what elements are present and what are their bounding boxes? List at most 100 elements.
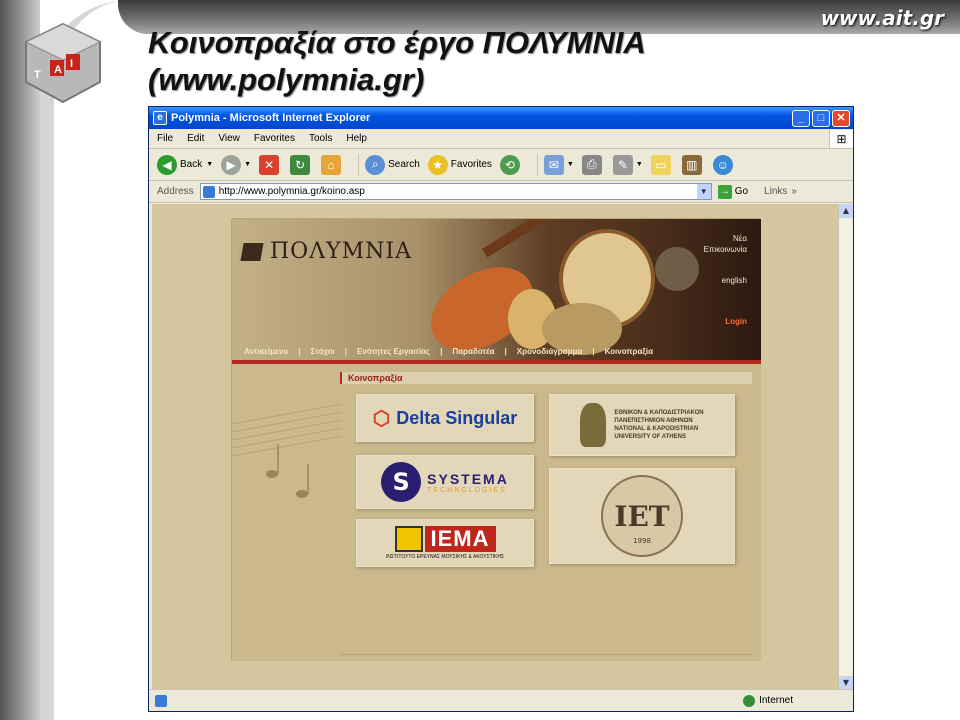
nav-separator: | (504, 346, 507, 356)
uoa-line1: ΕΘΝΙΚΟΝ & ΚΑΠΟΔΙΣΤΡΙΑΚΟΝ (614, 410, 704, 416)
links-button[interactable]: Links (764, 186, 787, 197)
partner-university-of-athens[interactable]: ΕΘΝΙΚΟΝ & ΚΑΠΟΔΙΣΤΡΙΑΚΟΝ ΠΑΝΕΠΙΣΤΗΜΙΟΝ Α… (549, 394, 735, 456)
slide-title: Κοινοπραξία στο έργο ΠΟΛΥΜΝΙΑ (148, 25, 646, 60)
forward-dropdown-icon[interactable]: ▼ (244, 161, 251, 168)
discuss-button[interactable]: ▭ (650, 154, 674, 175)
edit-button[interactable]: ✎ ▼ (612, 154, 643, 175)
search-button[interactable]: ⌕ Search (365, 154, 420, 175)
address-dropdown-icon[interactable]: ▼ (696, 184, 711, 199)
stop-icon: ✕ (259, 154, 280, 175)
uoa-line3: NATIONAL & KAPODISTRIAN (614, 426, 699, 432)
forward-button[interactable]: ▶ ▼ (221, 154, 251, 175)
mail-dropdown-icon[interactable]: ▼ (567, 161, 574, 168)
windows-flag-icon: ⊞ (829, 129, 853, 148)
messenger-button[interactable]: ☺ (712, 154, 736, 175)
research-button[interactable]: ▥ (681, 154, 705, 175)
nav-item-koinopraxia[interactable]: Κοινοπραξία (605, 347, 654, 356)
partner-systema[interactable]: S SYSTEMA TECHNOLOGIES (356, 455, 534, 509)
ait-logo: A I T (24, 22, 102, 104)
back-arrow-icon: ◀ (157, 154, 177, 175)
ilsp-monogram: ΙΕΤ (614, 499, 670, 533)
content-area: Κοινοπραξία ⬡ Delta Singular ΕΘΝΙΚΟΝ & Κ… (232, 364, 761, 661)
slide-subtitle: (www.polymnia.gr) (148, 62, 425, 97)
nav-separator: | (592, 346, 595, 356)
athena-head-icon (580, 403, 607, 447)
ie-icon: e (153, 111, 167, 125)
login-link[interactable]: Login (704, 316, 747, 327)
contact-link[interactable]: Επικοινωνία (704, 244, 747, 255)
history-button[interactable]: ⟲ (499, 154, 523, 175)
menu-favorites[interactable]: Favorites (254, 133, 295, 144)
site-logo[interactable]: ΠΟΛΥΜΝΙΑ (238, 239, 412, 264)
ait-logo-letter-a: A (54, 64, 62, 76)
scroll-up-icon[interactable]: ▲ (839, 204, 853, 218)
stop-button[interactable]: ✕ (259, 154, 282, 175)
back-dropdown-icon[interactable]: ▼ (206, 161, 213, 168)
toolbar-separator (358, 153, 360, 176)
status-bar: Internet (149, 689, 853, 711)
print-button[interactable]: ⎙ (581, 154, 605, 175)
refresh-button[interactable]: ↻ (290, 154, 313, 175)
maximize-button[interactable]: □ (812, 109, 830, 127)
partner-delta-singular[interactable]: ⬡ Delta Singular (356, 394, 534, 442)
systema-sub: TECHNOLOGIES (427, 486, 507, 494)
nav-item-paradotea[interactable]: Παραδοτέα (452, 347, 494, 356)
home-button[interactable]: ⌂ (321, 154, 344, 175)
messenger-icon: ☺ (712, 154, 733, 175)
menu-view[interactable]: View (218, 133, 240, 144)
english-link[interactable]: english (704, 275, 747, 286)
vertical-scrollbar[interactable]: ▲ ▼ (838, 204, 853, 690)
go-button[interactable]: → Go (717, 184, 748, 199)
scroll-down-icon[interactable]: ▼ (839, 676, 853, 690)
address-input[interactable]: http://www.polymnia.gr/koino.asp ▼ (199, 183, 712, 200)
search-label: Search (388, 159, 420, 170)
nav-item-stoxoi[interactable]: Στόχοι (310, 347, 334, 356)
news-link[interactable]: Νέα (704, 233, 747, 244)
links-chevron-icon[interactable]: » (791, 186, 797, 197)
research-icon: ▥ (681, 154, 702, 175)
security-zone: Internet (743, 694, 793, 707)
close-button[interactable]: ✕ (832, 109, 850, 127)
minimize-button[interactable]: _ (792, 109, 810, 127)
history-icon: ⟲ (499, 154, 520, 175)
address-url: http://www.polymnia.gr/koino.asp (218, 186, 365, 197)
favorites-label: Favorites (450, 159, 492, 170)
iema-logo: IEMA ΙΝΣΤΙΤΟΥΤΟ ΕΡΕΥΝΑΣ ΜΟΥΣΙΚΗΣ & ΑΚΟΥΣ… (386, 526, 504, 560)
menu-tools[interactable]: Tools (309, 133, 332, 144)
nav-separator: | (298, 346, 301, 356)
go-arrow-icon: → (717, 184, 732, 199)
window-controls: _ □ ✕ (792, 109, 853, 127)
browser-titlebar[interactable]: e Polymnia - Microsoft Internet Explorer… (149, 107, 853, 129)
menu-file[interactable]: File (157, 133, 173, 144)
zone-label: Internet (759, 695, 793, 706)
globe-icon (743, 694, 756, 707)
browser-title: Polymnia - Microsoft Internet Explorer (171, 112, 371, 124)
back-button[interactable]: ◀ Back ▼ (157, 154, 213, 175)
browser-window: e Polymnia - Microsoft Internet Explorer… (148, 106, 854, 712)
mail-button[interactable]: ✉ ▼ (543, 154, 574, 175)
ilsp-year: 1998 (633, 537, 651, 545)
partner-ilsp[interactable]: ΙΕΤ 1998 (549, 468, 735, 564)
header-links: Νέα Επικοινωνία english Login (704, 233, 747, 327)
page-icon (202, 185, 215, 198)
partner-iema[interactable]: IEMA ΙΝΣΤΙΤΟΥΤΟ ΕΡΕΥΝΑΣ ΜΟΥΣΙΚΗΣ & ΑΚΟΥΣ… (356, 519, 534, 567)
nav-item-antikeimeno[interactable]: Αντικείμενο (244, 347, 288, 356)
uoa-line4: UNIVERSITY OF ATHENS (614, 434, 686, 440)
favorites-button[interactable]: ★ Favorites (427, 154, 492, 175)
menu-edit[interactable]: Edit (187, 133, 204, 144)
menu-help[interactable]: Help (346, 133, 367, 144)
back-label: Back (180, 159, 203, 170)
lute-neck (482, 219, 581, 258)
menu-bar: File Edit View Favorites Tools Help ⊞ (149, 129, 853, 149)
nav-item-xronodiagramma[interactable]: Χρονοδιάγραμμα (517, 347, 583, 356)
home-icon: ⌂ (321, 154, 342, 175)
delta-singular-logo: ⬡ Delta Singular (373, 406, 518, 431)
iema-name: IEMA (424, 526, 496, 552)
ait-logo-letter-i: I (70, 58, 73, 70)
systema-logo: S SYSTEMA TECHNOLOGIES (381, 462, 509, 502)
iema-grid-icon (394, 526, 423, 552)
edit-dropdown-icon[interactable]: ▼ (636, 161, 643, 168)
uoa-text: ΕΘΝΙΚΟΝ & ΚΑΠΟΔΙΣΤΡΙΑΚΟΝ ΠΑΝΕΠΙΣΤΗΜΙΟΝ Α… (614, 409, 703, 441)
nav-item-enotites[interactable]: Ενότητες Εργασίας (357, 347, 430, 356)
slide-left-bar (0, 0, 40, 720)
